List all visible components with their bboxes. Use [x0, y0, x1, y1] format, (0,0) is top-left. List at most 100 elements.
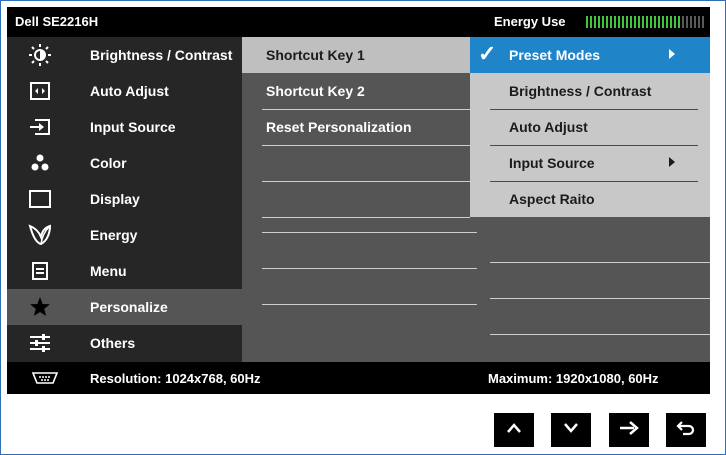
- submenu-arrow-icon: [669, 157, 675, 167]
- shortcut-key-1[interactable]: Shortcut Key 1: [242, 37, 470, 73]
- shortcut-options: ✓ Preset Modes Brightness / Contrast Aut…: [470, 37, 710, 362]
- sidebar-item-personalize[interactable]: Personalize: [7, 289, 242, 325]
- up-button[interactable]: [494, 413, 534, 447]
- energy-meter-tick: [646, 16, 648, 28]
- energy-meter-tick: [642, 16, 644, 28]
- energy-use-label: Energy Use: [494, 14, 566, 29]
- energy-meter-tick: [598, 16, 600, 28]
- energy-meter-tick: [662, 16, 664, 28]
- energy-use-meter: [586, 16, 706, 28]
- down-button[interactable]: [551, 413, 591, 447]
- submenu-arrow-icon: [669, 49, 675, 59]
- osd-menu: Dell SE2216H Energy Use Brightness / Con…: [7, 7, 710, 394]
- energy-meter-tick: [594, 16, 596, 28]
- energy-meter-tick: [638, 16, 640, 28]
- display-icon: [27, 187, 53, 211]
- option-brightness-contrast[interactable]: Brightness / Contrast: [470, 73, 710, 109]
- energy-meter-tick: [650, 16, 652, 28]
- reset-personalization[interactable]: Reset Personalization: [242, 109, 470, 145]
- energy-meter-tick: [658, 16, 660, 28]
- divider: [262, 268, 477, 269]
- monitor-model: Dell SE2216H: [15, 14, 99, 29]
- sidebar-item-label: Input Source: [90, 119, 176, 135]
- menu-item-label: Reset Personalization: [266, 119, 412, 135]
- arrow-up-icon: [505, 421, 523, 440]
- option-auto-adjust[interactable]: Auto Adjust: [470, 109, 710, 145]
- energy-meter-tick: [686, 16, 688, 28]
- energy-leaf-icon: [27, 223, 53, 247]
- energy-meter-tick: [654, 16, 656, 28]
- energy-meter-tick: [610, 16, 612, 28]
- right-button[interactable]: [609, 413, 649, 447]
- sidebar-item-input-source[interactable]: Input Source: [7, 109, 242, 145]
- energy-meter-tick: [678, 16, 680, 28]
- brightness-icon: [27, 43, 53, 67]
- auto-adjust-icon: [27, 79, 53, 103]
- maximum-resolution: Maximum: 1920x1080, 60Hz: [488, 371, 659, 386]
- star-icon: [27, 295, 53, 319]
- energy-meter-tick: [694, 16, 696, 28]
- menu-item-label: Shortcut Key 2: [266, 83, 365, 99]
- energy-meter-tick: [674, 16, 676, 28]
- vga-connector-icon: [31, 371, 59, 385]
- energy-meter-tick: [622, 16, 624, 28]
- sidebar-item-label: Auto Adjust: [90, 83, 169, 99]
- sidebar-item-auto-adjust[interactable]: Auto Adjust: [7, 73, 242, 109]
- sidebar-item-display[interactable]: Display: [7, 181, 242, 217]
- color-icon: [27, 151, 53, 175]
- back-button[interactable]: [666, 413, 706, 447]
- energy-meter-tick: [626, 16, 628, 28]
- option-label: Brightness / Contrast: [509, 83, 652, 99]
- energy-meter-tick: [606, 16, 608, 28]
- divider: [262, 217, 470, 218]
- current-resolution: Resolution: 1024x768, 60Hz: [90, 371, 261, 386]
- sidebar-item-label: Energy: [90, 227, 138, 243]
- energy-meter-tick: [666, 16, 668, 28]
- back-return-icon: [676, 419, 696, 442]
- sidebar-item-color[interactable]: Color: [7, 145, 242, 181]
- main-menu: Brightness / Contrast Auto Adjust Input …: [7, 37, 242, 362]
- sidebar-item-label: Color: [90, 155, 127, 171]
- option-input-source[interactable]: Input Source: [470, 145, 710, 181]
- title-bar: Dell SE2216H Energy Use: [7, 7, 710, 37]
- option-label: Preset Modes: [509, 47, 601, 63]
- option-label: Input Source: [509, 155, 595, 171]
- energy-meter-tick: [590, 16, 592, 28]
- energy-meter-tick: [670, 16, 672, 28]
- energy-meter-tick: [702, 16, 704, 28]
- divider: [262, 232, 477, 233]
- energy-meter-tick: [618, 16, 620, 28]
- energy-meter-tick: [630, 16, 632, 28]
- arrow-right-icon: [618, 420, 640, 441]
- option-label: Aspect Raito: [509, 191, 595, 207]
- menu-icon: [27, 259, 53, 283]
- menu-item-label: Shortcut Key 1: [266, 47, 365, 63]
- sidebar-item-label: Others: [90, 335, 136, 351]
- divider: [262, 304, 477, 305]
- sidebar-item-energy[interactable]: Energy: [7, 217, 242, 253]
- energy-meter-tick: [698, 16, 700, 28]
- energy-meter-tick: [634, 16, 636, 28]
- sidebar-item-menu[interactable]: Menu: [7, 253, 242, 289]
- arrow-down-icon: [562, 421, 580, 440]
- sidebar-item-brightness-contrast[interactable]: Brightness / Contrast: [7, 37, 242, 73]
- energy-meter-tick: [602, 16, 604, 28]
- energy-meter-tick: [690, 16, 692, 28]
- energy-meter-tick: [586, 16, 588, 28]
- option-aspect-ratio[interactable]: Aspect Raito: [470, 181, 710, 217]
- input-source-icon: [27, 115, 53, 139]
- energy-meter-tick: [614, 16, 616, 28]
- shortcut-key-2[interactable]: Shortcut Key 2: [242, 73, 470, 109]
- sidebar-item-label: Brightness / Contrast: [90, 47, 233, 63]
- sidebar-item-label: Menu: [90, 263, 127, 279]
- sidebar-item-others[interactable]: Others: [7, 325, 242, 361]
- personalize-submenu: Shortcut Key 1 Shortcut Key 2 Reset Pers…: [242, 37, 470, 362]
- divider: [262, 145, 470, 146]
- sliders-icon: [27, 331, 53, 355]
- option-preset-modes[interactable]: ✓ Preset Modes: [470, 37, 710, 73]
- divider: [490, 262, 710, 263]
- divider: [490, 298, 710, 299]
- sidebar-item-label: Display: [90, 191, 140, 207]
- status-bar: Resolution: 1024x768, 60Hz Maximum: 1920…: [7, 362, 710, 394]
- checkmark-icon: ✓: [478, 41, 497, 66]
